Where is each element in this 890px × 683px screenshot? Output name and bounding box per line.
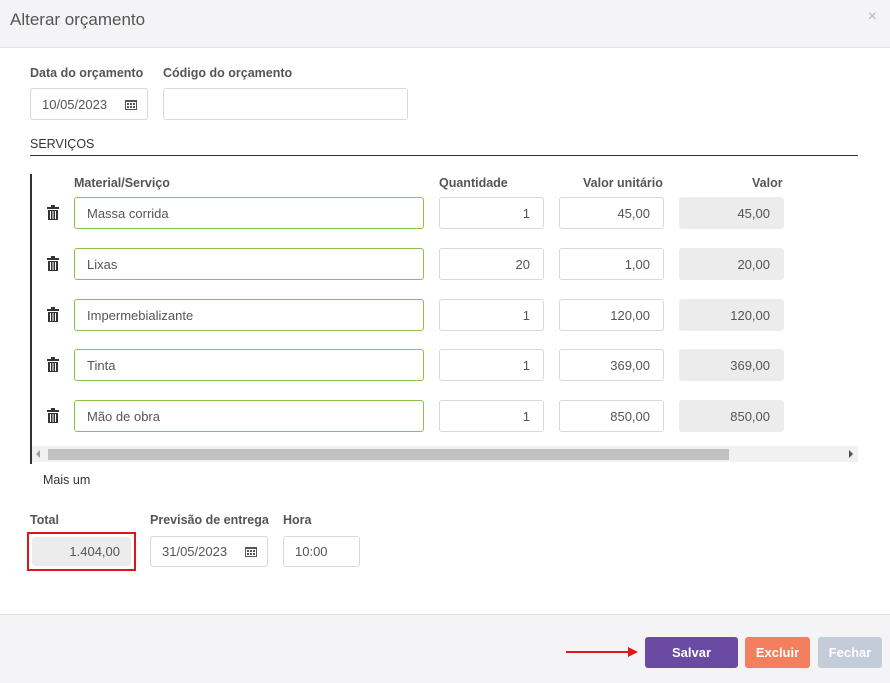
scroll-right-icon[interactable] bbox=[849, 450, 853, 458]
previsao-entrega-field[interactable]: 31/05/2023 bbox=[150, 536, 268, 567]
col-valor-header: Valor bbox=[752, 176, 783, 190]
quantidade-input[interactable]: 1 bbox=[439, 400, 544, 432]
data-orcamento-field[interactable]: 10/05/2023 bbox=[30, 88, 148, 120]
material-input[interactable]: Massa corrida bbox=[74, 197, 424, 229]
calendar-icon[interactable] bbox=[245, 546, 257, 557]
scroll-left-icon[interactable] bbox=[36, 450, 40, 458]
salvar-button[interactable]: Salvar bbox=[645, 637, 738, 668]
dialog-header: Alterar orçamento × bbox=[0, 0, 890, 48]
previsao-entrega-value: 31/05/2023 bbox=[162, 544, 228, 559]
material-input[interactable]: Tinta bbox=[74, 349, 424, 381]
valor-unitario-input[interactable]: 120,00 bbox=[559, 299, 664, 331]
valor-field: 20,00 bbox=[679, 248, 784, 280]
col-material-header: Material/Serviço bbox=[74, 176, 170, 190]
valor-unitario-input[interactable]: 850,00 bbox=[559, 400, 664, 432]
material-input[interactable]: Mão de obra bbox=[74, 400, 424, 432]
hora-input[interactable]: 10:00 bbox=[283, 536, 360, 567]
trash-icon[interactable] bbox=[47, 256, 59, 271]
horizontal-scrollbar[interactable] bbox=[32, 446, 858, 462]
scroll-thumb[interactable] bbox=[48, 449, 729, 460]
valor-field: 120,00 bbox=[679, 299, 784, 331]
col-quantidade-header: Quantidade bbox=[439, 176, 508, 190]
calendar-icon[interactable] bbox=[125, 99, 137, 110]
table-row: Massa corrida 1 45,00 45,00 bbox=[30, 197, 858, 229]
table-row: Mão de obra 1 850,00 850,00 bbox=[30, 400, 858, 432]
trash-icon[interactable] bbox=[47, 205, 59, 220]
data-orcamento-value: 10/05/2023 bbox=[42, 96, 108, 112]
excluir-button[interactable]: Excluir bbox=[745, 637, 810, 668]
valor-unitario-input[interactable]: 369,00 bbox=[559, 349, 664, 381]
codigo-orcamento-label: Código do orçamento bbox=[163, 66, 293, 80]
quantidade-input[interactable]: 1 bbox=[439, 197, 544, 229]
hora-value: 10:00 bbox=[295, 544, 328, 559]
data-orcamento-label: Data do orçamento bbox=[30, 66, 144, 80]
previsao-entrega-label: Previsão de entrega bbox=[150, 513, 269, 527]
hora-label: Hora bbox=[283, 513, 312, 527]
valor-field: 45,00 bbox=[679, 197, 784, 229]
servicos-table: Material/Serviço Quantidade Valor unitár… bbox=[30, 174, 858, 464]
table-row: Lixas 20 1,00 20,00 bbox=[30, 248, 858, 280]
material-input[interactable]: Impermebializante bbox=[74, 299, 424, 331]
total-label: Total bbox=[30, 513, 59, 527]
total-field: 1.404,00 bbox=[32, 537, 131, 566]
material-input[interactable]: Lixas bbox=[74, 248, 424, 280]
valor-field: 850,00 bbox=[679, 400, 784, 432]
quantidade-input[interactable]: 1 bbox=[439, 349, 544, 381]
table-row: Tinta 1 369,00 369,00 bbox=[30, 349, 858, 381]
total-highlight: 1.404,00 bbox=[27, 532, 136, 571]
codigo-orcamento-input[interactable] bbox=[163, 88, 408, 120]
close-icon[interactable]: × bbox=[868, 8, 877, 26]
valor-unitario-input[interactable]: 1,00 bbox=[559, 248, 664, 280]
trash-icon[interactable] bbox=[47, 357, 59, 372]
servicos-title: SERVIÇOS bbox=[30, 137, 95, 151]
trash-icon[interactable] bbox=[47, 307, 59, 322]
section-divider bbox=[30, 155, 858, 156]
quantidade-input[interactable]: 20 bbox=[439, 248, 544, 280]
valor-field: 369,00 bbox=[679, 349, 784, 381]
fechar-button[interactable]: Fechar bbox=[818, 637, 882, 668]
col-valor-unitario-header: Valor unitário bbox=[583, 176, 663, 190]
quantidade-input[interactable]: 1 bbox=[439, 299, 544, 331]
dialog-title: Alterar orçamento bbox=[10, 10, 146, 29]
table-row: Impermebializante 1 120,00 120,00 bbox=[30, 299, 858, 331]
dialog-footer: Salvar Excluir Fechar bbox=[0, 614, 890, 683]
trash-icon[interactable] bbox=[47, 408, 59, 423]
add-row-link[interactable]: Mais um bbox=[43, 473, 90, 487]
red-arrow-annotation bbox=[566, 647, 638, 657]
valor-unitario-input[interactable]: 45,00 bbox=[559, 197, 664, 229]
